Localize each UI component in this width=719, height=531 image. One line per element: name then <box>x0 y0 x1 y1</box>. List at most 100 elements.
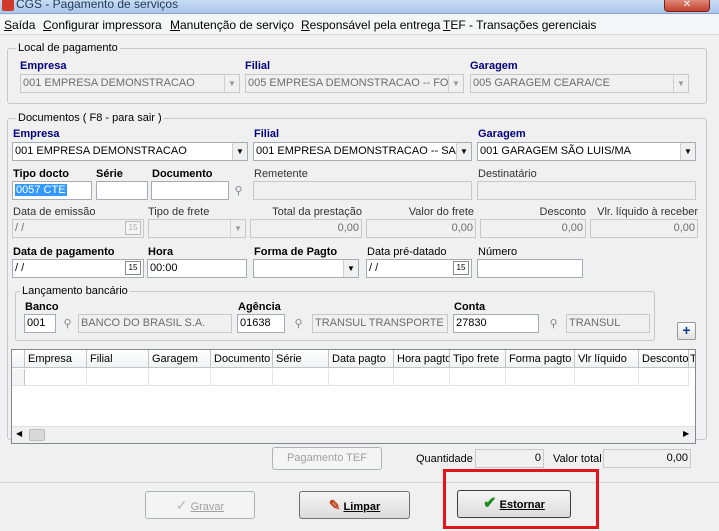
doc-garagem-label: Garagem <box>478 128 526 140</box>
menu-item-tef[interactable]: TEF - Transações gerenciais <box>443 18 596 32</box>
forma-pagto-select[interactable]: ▼ <box>253 259 359 278</box>
menu-item-manutencao-servico[interactable]: Manutenção de serviço <box>170 18 294 32</box>
col-header-desconto[interactable]: Desconto <box>639 350 689 368</box>
vlr-liquido-input[interactable]: 0,00 <box>590 219 698 238</box>
grid-cell[interactable] <box>273 369 329 386</box>
doc-empresa-select[interactable]: 001 EMPRESA DEMONSTRACAO ▼ <box>12 142 248 161</box>
binoculars-icon[interactable]: ⚲ <box>59 316 76 332</box>
estornar-button[interactable]: ✔ Estornar <box>457 490 571 518</box>
calendar-icon[interactable]: 15 <box>125 221 141 235</box>
chevron-down-icon: ▼ <box>230 220 245 237</box>
valor-total-input[interactable]: 0,00 <box>603 449 691 468</box>
hora-input[interactable]: 00:00 <box>147 259 247 278</box>
scroll-left-icon[interactable]: ◀ <box>16 429 22 438</box>
conta-label: Conta <box>454 301 486 313</box>
quantidade-input[interactable]: 0 <box>475 449 544 468</box>
desconto-input[interactable]: 0,00 <box>480 219 586 238</box>
agencia-label: Agência <box>238 301 281 313</box>
tipo-docto-input[interactable]: 0057 CTE <box>12 181 92 200</box>
col-header-data-pagto[interactable]: Data pagto <box>329 350 394 368</box>
grid-cell[interactable] <box>149 369 211 386</box>
doc-garagem-select[interactable]: 001 GARAGEM SÃO LUIS/MA ▼ <box>477 142 696 161</box>
valor-total-label: Valor total <box>553 453 602 465</box>
remetente-input[interactable] <box>253 181 472 200</box>
menu-item-configurar-impressora[interactable]: Configurar impressora <box>43 18 162 32</box>
conta-code-input[interactable]: 27830 <box>453 314 539 333</box>
local-garagem-select[interactable]: 005 GARAGEM CEARA/CE ▼ <box>470 74 689 93</box>
local-pagamento-title: Local de pagamento <box>16 42 120 54</box>
add-button[interactable]: + <box>677 322 696 340</box>
calendar-icon[interactable]: 15 <box>453 261 469 275</box>
conta-name-input[interactable]: TRANSUL <box>566 314 650 333</box>
grid-cell[interactable] <box>506 369 575 386</box>
scroll-right-icon[interactable]: ▶ <box>683 429 689 438</box>
binoculars-icon[interactable]: ⚲ <box>290 316 307 332</box>
chevron-down-icon: ▼ <box>343 260 358 277</box>
grid-cell[interactable] <box>639 369 689 386</box>
tipo-frete-label: Tipo de frete <box>148 206 210 218</box>
doc-filial-label: Filial <box>254 128 280 140</box>
col-header-documento[interactable]: Documento <box>211 350 273 368</box>
data-pagamento-value: / / <box>15 262 25 274</box>
pagamento-tef-button[interactable]: Pagamento TEF <box>272 447 382 470</box>
limpar-button[interactable]: ✎ Limpar <box>299 491 410 519</box>
total-prestacao-label: Total da prestação <box>272 206 362 218</box>
serie-label: Série <box>96 168 123 180</box>
local-empresa-select[interactable]: 001 EMPRESA DEMONSTRACAO ▼ <box>20 74 240 93</box>
col-header-hora-pagto[interactable]: Hora pagto <box>394 350 450 368</box>
grid-cell[interactable] <box>575 369 639 386</box>
local-empresa-value: 001 EMPRESA DEMONSTRACAO <box>23 77 195 89</box>
tipo-docto-value: 0057 CTE <box>15 184 67 196</box>
total-prestacao-input[interactable]: 0,00 <box>250 219 362 238</box>
window-title: CGS - Pagamento de serviços <box>16 0 179 11</box>
col-header-empresa[interactable]: Empresa <box>25 350 87 368</box>
binoculars-icon[interactable]: ⚲ <box>545 316 562 332</box>
local-filial-select[interactable]: 005 EMPRESA DEMONSTRACAO -- FORT ▼ <box>245 74 464 93</box>
local-filial-value: 005 EMPRESA DEMONSTRACAO -- FORT <box>248 77 463 89</box>
col-header-garagem[interactable]: Garagem <box>149 350 211 368</box>
close-button[interactable]: ✕ <box>664 0 710 12</box>
data-emissao-input[interactable]: / / 15 <box>12 219 144 238</box>
data-pagamento-input[interactable]: / / 15 <box>12 259 144 278</box>
grid-cell[interactable] <box>87 369 149 386</box>
destinatario-input[interactable] <box>477 181 696 200</box>
doc-empresa-value: 001 EMPRESA DEMONSTRACAO <box>15 145 187 157</box>
grid-cell[interactable] <box>450 369 506 386</box>
serie-input[interactable] <box>96 181 148 200</box>
doc-filial-select[interactable]: 001 EMPRESA DEMONSTRACAO -- SAO L ▼ <box>253 142 472 161</box>
documents-grid[interactable]: Empresa Filial Garagem Documento Série D… <box>11 349 696 444</box>
scroll-thumb[interactable] <box>29 429 45 441</box>
banco-code-input[interactable]: 001 <box>24 314 56 333</box>
col-header-t[interactable]: T <box>689 350 695 368</box>
grid-cell[interactable] <box>329 369 394 386</box>
documento-input[interactable] <box>151 181 229 200</box>
doc-filial-value: 001 EMPRESA DEMONSTRACAO -- SAO L <box>256 145 471 157</box>
agencia-name-input[interactable]: TRANSUL TRANSPORTE L <box>312 314 448 333</box>
grid-cell[interactable] <box>211 369 273 386</box>
gravar-button[interactable]: ✓ Gravar <box>145 491 255 519</box>
horizontal-scrollbar[interactable]: ◀ ▶ <box>12 426 695 443</box>
chevron-down-icon: ▼ <box>456 143 471 160</box>
grid-cell[interactable] <box>394 369 450 386</box>
data-predatado-input[interactable]: / / 15 <box>366 259 472 278</box>
col-header-serie[interactable]: Série <box>273 350 329 368</box>
valor-frete-input[interactable]: 0,00 <box>366 219 476 238</box>
data-emissao-label: Data de emissão <box>13 206 96 218</box>
calendar-icon[interactable]: 15 <box>125 261 141 275</box>
agencia-code-input[interactable]: 01638 <box>237 314 285 333</box>
menu-item-saida[interactable]: Saída <box>4 18 35 32</box>
tipo-frete-select[interactable]: ▼ <box>148 219 246 238</box>
col-header-forma-pagto[interactable]: Forma pagto <box>506 350 575 368</box>
col-header-vlr-liquido[interactable]: Vlr líquido <box>575 350 639 368</box>
chevron-down-icon: ▼ <box>448 75 463 92</box>
menu-item-responsavel-entrega[interactable]: Responsável pela entrega <box>301 18 440 32</box>
app-icon <box>2 0 14 11</box>
grid-cell[interactable] <box>25 369 87 386</box>
numero-input[interactable] <box>477 259 583 278</box>
local-filial-label: Filial <box>245 60 271 72</box>
banco-name-input[interactable]: BANCO DO BRASIL S.A. <box>78 314 232 333</box>
binoculars-icon[interactable]: ⚲ <box>230 183 247 199</box>
banco-label: Banco <box>25 301 59 313</box>
col-header-filial[interactable]: Filial <box>87 350 149 368</box>
col-header-tipo-frete[interactable]: Tipo frete <box>450 350 506 368</box>
